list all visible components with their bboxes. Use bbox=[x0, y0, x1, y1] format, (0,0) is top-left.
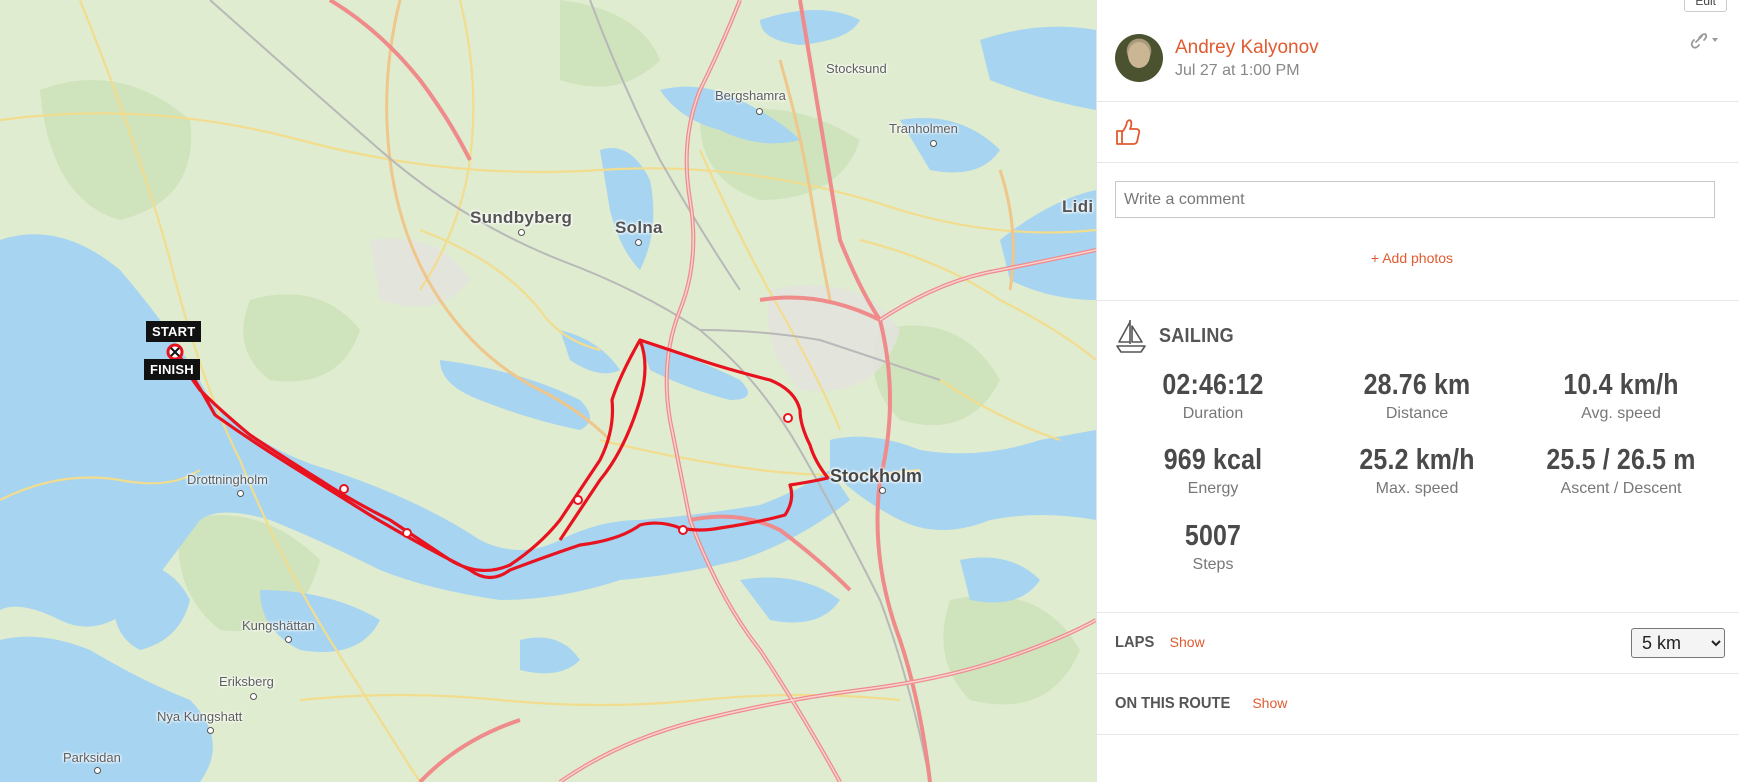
place-label: Tranholmen bbox=[889, 121, 958, 136]
laps-section: LAPS Show bbox=[1115, 634, 1205, 652]
place-dot bbox=[756, 108, 763, 115]
edit-button[interactable]: Edit bbox=[1684, 0, 1727, 12]
route-map[interactable]: Stocksund Bergshamra Tranholmen Sundbybe… bbox=[0, 0, 1096, 782]
divider bbox=[1097, 673, 1739, 674]
sport-header: SAILING bbox=[1115, 318, 1242, 354]
on-this-route-section: ON THIS ROUTE Show bbox=[1115, 695, 1287, 713]
laps-show-link[interactable]: Show bbox=[1170, 634, 1205, 650]
stat-label: Distance bbox=[1385, 405, 1449, 422]
stat-label: Avg. speed bbox=[1581, 405, 1661, 422]
place-label: Kungshättan bbox=[242, 618, 316, 633]
stat-value: 25.5 / 26.5 m bbox=[1546, 444, 1696, 476]
km-marker bbox=[339, 484, 349, 494]
stat-value: 02:46:12 bbox=[1162, 369, 1264, 401]
stat-label: Steps bbox=[1192, 556, 1234, 573]
stat-value: 5007 bbox=[1184, 520, 1242, 552]
author-name[interactable]: Andrey Kalyonov bbox=[1175, 37, 1319, 59]
place-label: Solna bbox=[615, 218, 663, 237]
km-marker bbox=[573, 495, 583, 505]
like-thumb-icon[interactable] bbox=[1115, 118, 1141, 151]
comment-input[interactable] bbox=[1115, 181, 1715, 218]
km-marker bbox=[783, 413, 793, 423]
divider bbox=[1097, 162, 1739, 163]
stat-value: 10.4 km/h bbox=[1563, 369, 1679, 401]
place-dot bbox=[285, 636, 292, 643]
share-link-icon[interactable] bbox=[1687, 30, 1719, 55]
author-block: Andrey Kalyonov Jul 27 at 1:00 PM bbox=[1115, 34, 1319, 82]
activity-page: Stocksund Bergshamra Tranholmen Sundbybe… bbox=[0, 0, 1739, 782]
stat-label: Duration bbox=[1182, 405, 1244, 422]
stat-max-speed: 25.2 km/h Max. speed bbox=[1315, 443, 1519, 498]
stat-label: Ascent / Descent bbox=[1560, 480, 1682, 497]
laps-title: LAPS bbox=[1115, 634, 1155, 651]
stat-avg-speed: 10.4 km/h Avg. speed bbox=[1519, 368, 1723, 423]
place-dot bbox=[635, 239, 642, 246]
km-marker bbox=[402, 528, 412, 538]
place-dot bbox=[237, 490, 244, 497]
avatar[interactable] bbox=[1115, 34, 1163, 82]
stat-value: 28.76 km bbox=[1363, 369, 1471, 401]
stat-label: Energy bbox=[1187, 480, 1239, 497]
stat-steps: 5007 Steps bbox=[1111, 519, 1315, 574]
place-dot bbox=[250, 693, 257, 700]
stat-ascent-descent: 25.5 / 26.5 m Ascent / Descent bbox=[1519, 443, 1723, 498]
stat-value: 969 kcal bbox=[1163, 444, 1263, 476]
divider bbox=[1097, 734, 1739, 735]
place-label: Stocksund bbox=[826, 61, 887, 76]
stat-energy: 969 kcal Energy bbox=[1111, 443, 1315, 498]
start-tag: START bbox=[146, 321, 202, 342]
place-label: Eriksberg bbox=[219, 674, 274, 689]
place-label: Stockholm bbox=[830, 466, 923, 486]
sailboat-icon bbox=[1116, 320, 1146, 353]
divider bbox=[1097, 612, 1739, 613]
place-label: Sundbyberg bbox=[470, 208, 573, 227]
stat-value: 25.2 km/h bbox=[1359, 444, 1475, 476]
map-canvas bbox=[0, 0, 1096, 782]
stat-distance: 28.76 km Distance bbox=[1315, 368, 1519, 423]
km-marker bbox=[678, 525, 688, 535]
stat-label: Max. speed bbox=[1375, 480, 1459, 497]
place-dot bbox=[94, 767, 101, 774]
on-this-route-show-link[interactable]: Show bbox=[1252, 695, 1287, 711]
on-this-route-title: ON THIS ROUTE bbox=[1115, 695, 1231, 712]
divider bbox=[1097, 300, 1739, 301]
finish-tag: FINISH bbox=[144, 359, 200, 380]
sport-name: SAILING bbox=[1159, 324, 1234, 347]
laps-interval-select[interactable]: 5 km bbox=[1631, 628, 1725, 658]
place-label: Drottningholm bbox=[187, 472, 268, 487]
activity-panel: Edit Andrey Kalyonov Jul 27 at 1:00 PM W… bbox=[1096, 0, 1739, 782]
stat-duration: 02:46:12 Duration bbox=[1111, 368, 1315, 423]
place-dot bbox=[207, 727, 214, 734]
place-label: Parksidan bbox=[63, 750, 121, 765]
divider bbox=[1097, 101, 1739, 102]
place-label: Bergshamra bbox=[715, 88, 786, 103]
place-dot bbox=[518, 229, 525, 236]
place-label: Lidi bbox=[1062, 197, 1094, 216]
activity-date: Jul 27 at 1:00 PM bbox=[1175, 61, 1300, 79]
place-label: Nya Kungshatt bbox=[157, 709, 243, 724]
add-photos-link[interactable]: + Add photos bbox=[1097, 250, 1727, 266]
place-dot bbox=[879, 487, 886, 494]
place-dot bbox=[930, 140, 937, 147]
